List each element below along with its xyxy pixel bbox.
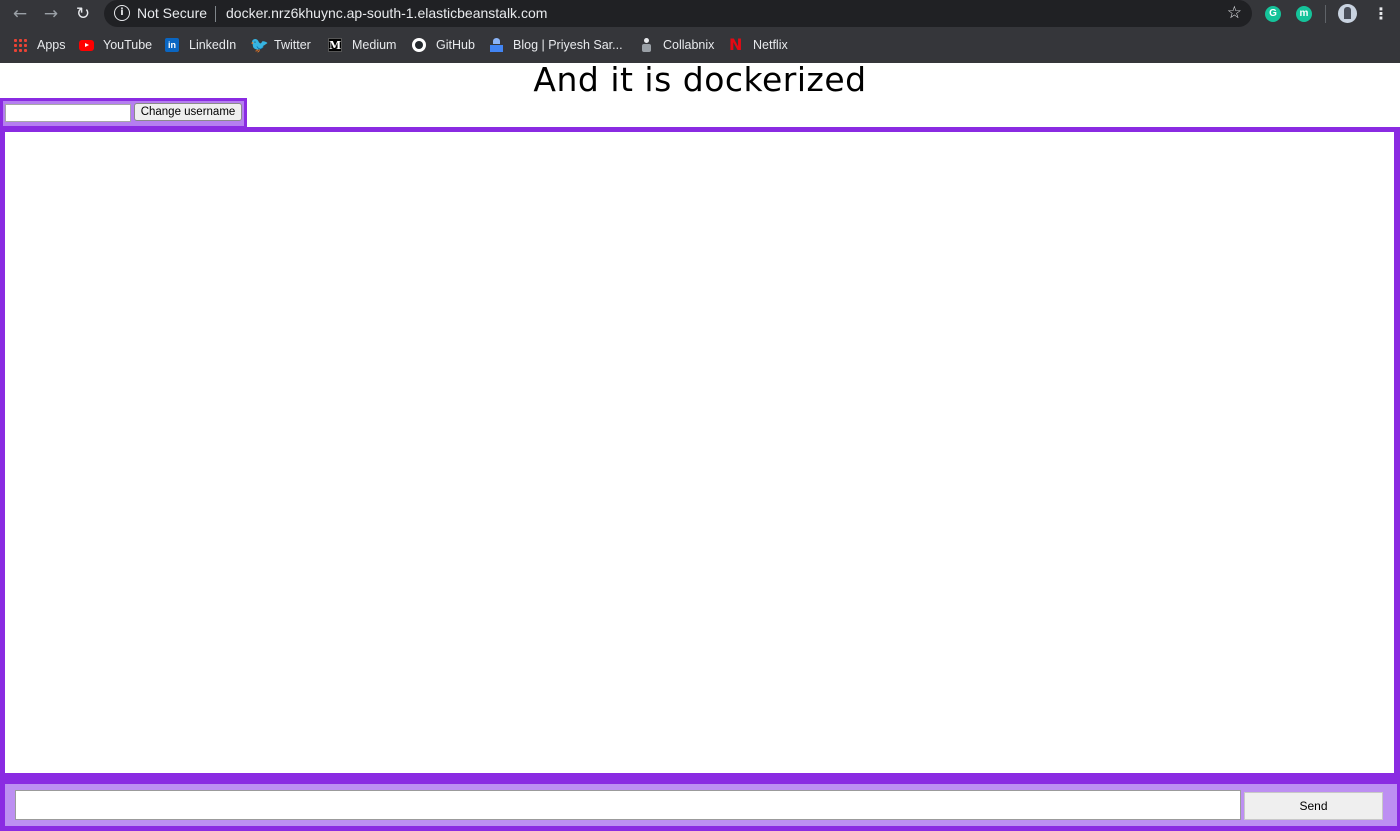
address-bar[interactable]: i Not Secure docker.nrz6khuync.ap-south-… <box>104 0 1252 27</box>
apps-grid-icon <box>13 38 28 52</box>
security-label[interactable]: Not Secure <box>137 5 207 21</box>
change-username-button[interactable]: Change username <box>134 103 242 121</box>
username-input[interactable] <box>5 104 131 122</box>
grammarly-extension-icon[interactable]: G <box>1265 6 1281 22</box>
medium-icon: M <box>328 38 342 52</box>
twitter-icon: 🐦 <box>250 36 269 54</box>
extension-m-icon[interactable]: m <box>1296 6 1312 22</box>
bookmark-label: YouTube <box>103 38 153 52</box>
youtube-icon <box>79 40 94 51</box>
bookmark-label: GitHub <box>436 38 475 52</box>
bookmarks-bar: Apps YouTube in LinkedIn 🐦 Twitter M Med… <box>0 33 1400 57</box>
netflix-icon: N <box>729 35 743 54</box>
back-button[interactable]: ← <box>9 3 31 25</box>
bookmark-star-icon[interactable]: ☆ <box>1227 3 1242 23</box>
bookmark-label: LinkedIn <box>189 38 237 52</box>
bookmark-label: Netflix <box>753 38 788 52</box>
bookmark-label: Collabnix <box>663 38 715 52</box>
linkedin-icon: in <box>165 38 179 52</box>
forward-button[interactable]: → <box>40 3 62 25</box>
info-icon[interactable]: i <box>114 5 130 21</box>
reload-button[interactable]: ↻ <box>72 3 94 25</box>
send-button[interactable]: Send <box>1244 792 1383 820</box>
github-icon <box>412 38 426 52</box>
toolbar-divider <box>1325 5 1326 23</box>
messages-area[interactable] <box>5 132 1394 773</box>
collabnix-icon <box>639 38 654 52</box>
browser-chrome: ← → ↻ i Not Secure docker.nrz6khuync.ap-… <box>0 0 1400 63</box>
blog-icon <box>489 38 504 52</box>
browser-toolbar: ← → ↻ i Not Secure docker.nrz6khuync.ap-… <box>0 0 1400 28</box>
browser-menu-icon[interactable]: ⋮ <box>1373 4 1389 23</box>
bookmark-label: Medium <box>352 38 397 52</box>
profile-avatar[interactable] <box>1338 4 1357 23</box>
url-text[interactable]: docker.nrz6khuync.ap-south-1.elasticbean… <box>226 5 547 21</box>
page-title: And it is dockerized <box>533 60 867 99</box>
bookmark-label: Twitter <box>274 38 311 52</box>
bookmark-label: Apps <box>37 38 66 52</box>
omnibox-divider <box>215 6 216 22</box>
bookmark-label: Blog | Priyesh Sar... <box>513 38 623 52</box>
message-input[interactable] <box>15 790 1241 820</box>
